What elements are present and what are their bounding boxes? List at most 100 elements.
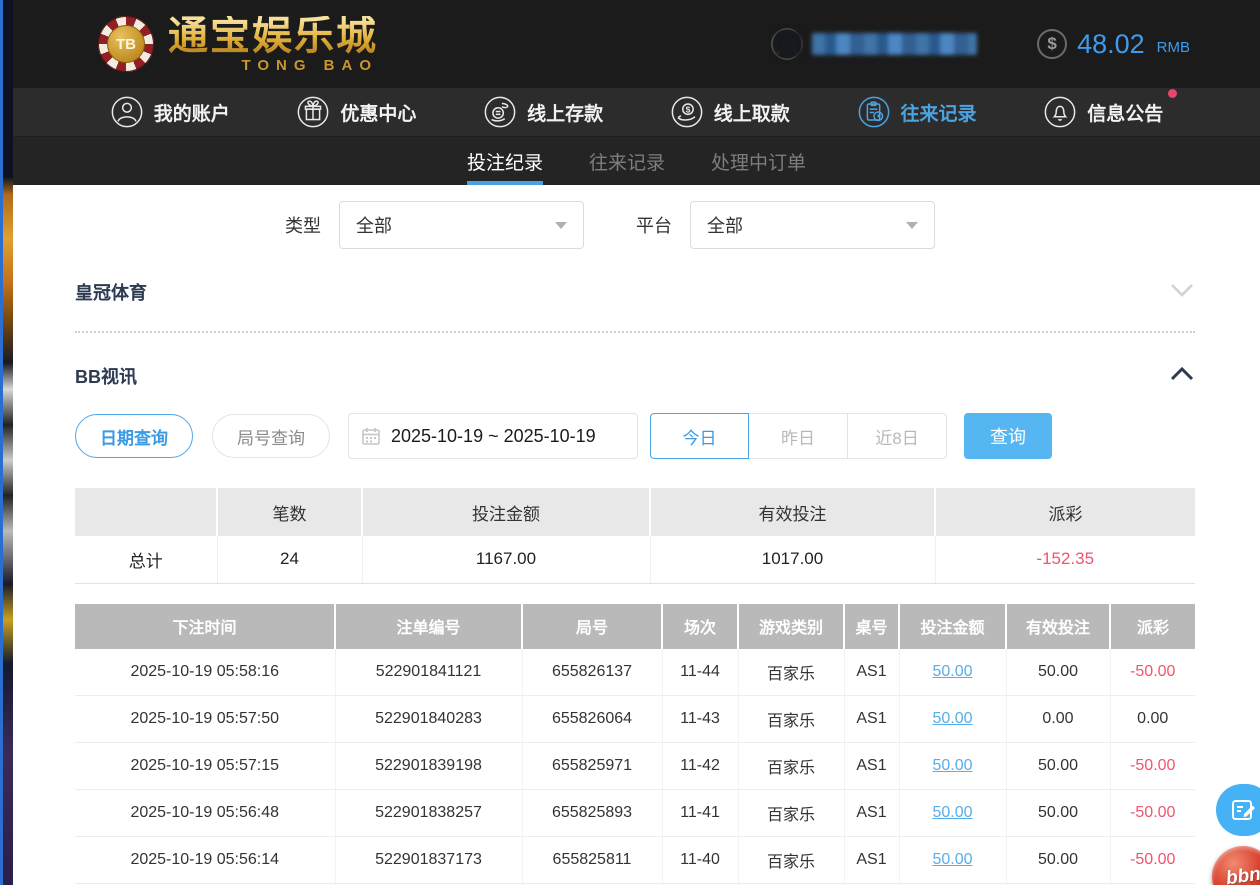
table-cell: AS1	[844, 743, 899, 790]
section-bb-video[interactable]: BB视讯	[75, 363, 1195, 389]
table-cell: 655825893	[522, 790, 662, 837]
col-session: 场次	[662, 604, 738, 649]
chip-monogram: TB	[107, 25, 145, 63]
bet-records-table: 下注时间 注单编号 局号 场次 游戏类别 桌号 投注金额 有效投注 派彩 202…	[75, 604, 1195, 885]
table-cell: 522901837173	[335, 837, 522, 884]
chevron-down-icon[interactable]	[1169, 282, 1195, 303]
date-query-button[interactable]: 日期查询	[75, 414, 193, 458]
col-order-id: 注单编号	[335, 604, 522, 649]
records-icon	[857, 95, 891, 129]
table-row: 2025-10-19 05:58:16522901841121655826137…	[75, 649, 1195, 696]
table-cell: 655825971	[522, 743, 662, 790]
table-cell: 百家乐	[738, 790, 844, 837]
withdraw-icon: $	[670, 95, 704, 129]
col-round-id: 局号	[522, 604, 662, 649]
user-account[interactable]	[770, 27, 977, 61]
bbn-floating-button[interactable]: bbn	[1212, 846, 1260, 885]
table-row: 2025-10-19 05:57:15522901839198655825971…	[75, 743, 1195, 790]
summary-header-row: 笔数 投注金额 有效投注 派彩	[75, 488, 1195, 536]
caret-down-icon	[555, 222, 567, 229]
round-query-button[interactable]: 局号查询	[212, 414, 330, 458]
tab-bet-records[interactable]: 投注纪录	[465, 137, 545, 185]
main-nav: 我的账户 优惠中心 线上存款	[13, 88, 1260, 137]
nav-item-records[interactable]: 往来记录	[857, 95, 977, 129]
nav-label: 往来记录	[901, 99, 977, 126]
summary-valid-bet-value: 1017.00	[650, 536, 935, 583]
nav-label: 线上取款	[714, 99, 790, 126]
balance-amount: 48.02	[1077, 29, 1145, 60]
nav-item-my-account[interactable]: 我的账户	[110, 95, 230, 129]
type-filter: 类型 全部	[285, 201, 584, 249]
type-select[interactable]: 全部	[339, 201, 584, 249]
summary-header-bet-amount: 投注金额	[362, 488, 650, 536]
yesterday-button[interactable]: 昨日	[749, 413, 848, 459]
nav-item-withdraw[interactable]: $ 线上取款	[670, 95, 790, 129]
section-crown-sports[interactable]: 皇冠体育	[75, 279, 1195, 333]
table-cell: AS1	[844, 649, 899, 696]
table-row: 2025-10-19 05:57:50522901840283655826064…	[75, 696, 1195, 743]
table-cell: 50.00	[899, 696, 1006, 743]
brand-logo[interactable]: TB 通宝娱乐城 TONG BAO	[98, 16, 378, 73]
last-8-days-button[interactable]: 近8日	[848, 413, 947, 459]
dollar-coin-icon: $	[1037, 29, 1067, 59]
table-cell: 50.00	[1006, 790, 1110, 837]
date-range-picker[interactable]: 2025-10-19 ~ 2025-10-19	[348, 413, 638, 459]
svg-text:$: $	[685, 104, 690, 114]
table-cell: 522901838257	[335, 790, 522, 837]
calendar-icon	[361, 426, 381, 446]
summary-header-valid-bet: 有效投注	[650, 488, 935, 536]
table-cell: 2025-10-19 05:57:50	[75, 696, 335, 743]
header-right: $ 48.02 RMB	[770, 27, 1190, 61]
table-cell: AS1	[844, 837, 899, 884]
col-table-no: 桌号	[844, 604, 899, 649]
summary-header-payout: 派彩	[935, 488, 1195, 536]
nav-label: 线上存款	[527, 99, 603, 126]
table-cell: 522901840283	[335, 696, 522, 743]
background-image-strip	[0, 0, 13, 885]
bet-amount-link[interactable]: 50.00	[932, 851, 972, 868]
table-cell: 2025-10-19 05:58:16	[75, 649, 335, 696]
casino-chip-icon: TB	[98, 16, 154, 72]
edit-note-icon	[1231, 797, 1257, 823]
nav-item-deposit[interactable]: 线上存款	[483, 95, 603, 129]
nav-item-promotions[interactable]: 优惠中心	[296, 95, 416, 129]
account-icon	[110, 95, 144, 129]
table-cell: 2025-10-19 05:56:48	[75, 790, 335, 837]
summary-total-label: 总计	[75, 536, 217, 583]
date-range-value: 2025-10-19 ~ 2025-10-19	[391, 426, 596, 447]
table-cell: -50.00	[1110, 790, 1195, 837]
feedback-edit-button[interactable]	[1216, 784, 1260, 836]
bet-amount-link[interactable]: 50.00	[932, 710, 972, 727]
table-cell: 522901841121	[335, 649, 522, 696]
nav-label: 优惠中心	[340, 99, 416, 126]
table-cell: 百家乐	[738, 837, 844, 884]
search-button[interactable]: 查询	[964, 413, 1052, 459]
table-cell: 百家乐	[738, 649, 844, 696]
bbn-label: bbn	[1224, 864, 1260, 885]
bet-amount-link[interactable]: 50.00	[932, 663, 972, 680]
table-cell: 50.00	[899, 837, 1006, 884]
tab-transaction-records[interactable]: 往来记录	[587, 137, 667, 185]
chevron-up-icon[interactable]	[1169, 366, 1195, 387]
nav-item-announcements[interactable]: 信息公告	[1043, 95, 1163, 129]
page: TB 通宝娱乐城 TONG BAO $ 48.02 RMB	[0, 0, 1260, 885]
section-title-bb: BB视讯	[75, 363, 137, 389]
balance[interactable]: $ 48.02 RMB	[1037, 29, 1190, 60]
summary-header-empty	[75, 488, 217, 536]
platform-select[interactable]: 全部	[690, 201, 935, 249]
bet-amount-link[interactable]: 50.00	[932, 757, 972, 774]
col-game-type: 游戏类别	[738, 604, 844, 649]
table-row: 2025-10-19 05:56:48522901838257655825893…	[75, 790, 1195, 837]
table-cell: 50.00	[899, 743, 1006, 790]
table-cell: 百家乐	[738, 743, 844, 790]
caret-down-icon	[906, 222, 918, 229]
table-cell: 2025-10-19 05:57:15	[75, 743, 335, 790]
summary-payout-value: -152.35	[935, 536, 1195, 583]
tab-pending-orders[interactable]: 处理中订单	[709, 137, 808, 185]
bell-icon	[1043, 95, 1077, 129]
notification-badge	[1168, 89, 1177, 98]
today-button[interactable]: 今日	[650, 413, 749, 459]
bet-amount-link[interactable]: 50.00	[932, 804, 972, 821]
table-cell: -50.00	[1110, 743, 1195, 790]
quick-date-group: 今日 昨日 近8日	[650, 413, 947, 459]
